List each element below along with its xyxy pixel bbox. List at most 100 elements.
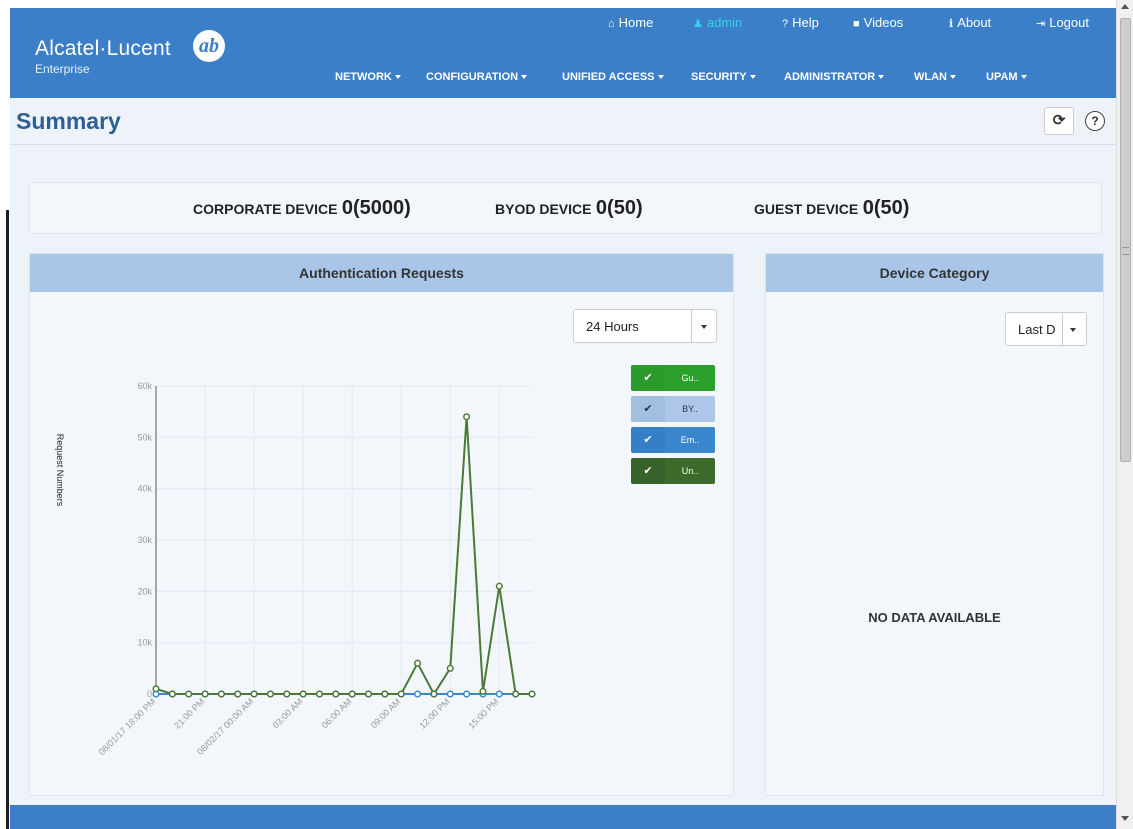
page-header: Summary ⟳ ? [10, 98, 1116, 145]
device-range-select[interactable]: Last D [1005, 312, 1087, 346]
stat-label: BYOD DEVICE [495, 201, 592, 217]
data-point [348, 690, 356, 698]
refresh-button[interactable]: ⟳ [1044, 107, 1074, 135]
about-link[interactable]: ℹ About [949, 15, 991, 30]
legend-toggle-employee[interactable]: ✔ Em.. [631, 427, 715, 453]
y-axis-label: Request Numbers [55, 434, 65, 507]
y-tick-label: 60k [137, 381, 152, 391]
data-point [332, 690, 340, 698]
data-point [283, 690, 291, 698]
authentication-requests-chart: 010k20k30k40k50k60kRequest Numbers08/01/… [55, 381, 536, 757]
stat-value: 0(50) [862, 197, 910, 219]
chevron-down-icon [521, 75, 528, 80]
video-icon: ■ [853, 18, 860, 30]
x-tick-label: 06:00 AM [320, 696, 354, 730]
y-tick-label: 10k [137, 638, 152, 648]
menu-unified-access[interactable]: UNIFIED ACCESS [562, 71, 664, 83]
data-point [201, 690, 209, 698]
app-window: Alcatel·Lucent Enterprise ab ⌂ Home ♟ admi… [10, 8, 1116, 829]
stat-value: 0(5000) [341, 197, 411, 219]
x-tick-label: 15:00 PM [466, 696, 500, 730]
data-point [528, 690, 536, 698]
y-tick-label: 20k [137, 586, 152, 596]
page-help-button[interactable]: ? [1085, 111, 1105, 131]
admin-user-link[interactable]: ♟ admin [693, 15, 742, 30]
stat-guest-device: GUEST DEVICE 0(50) [754, 197, 909, 220]
top-navigation-bar: Alcatel·Lucent Enterprise ab ⌂ Home ♟ admi… [10, 8, 1116, 98]
help-icon: ? [782, 18, 789, 30]
menu-network-label: NETWORK [335, 71, 392, 83]
videos-label: Videos [863, 15, 904, 30]
data-point [217, 690, 225, 698]
info-icon: ℹ [949, 18, 954, 30]
x-tick-label: 08/01/17 18:00 PM [97, 696, 158, 757]
stat-byod-device: BYOD DEVICE 0(50) [495, 197, 643, 220]
brand-subtitle: Enterprise [35, 62, 90, 76]
scroll-down-arrow-icon[interactable] [1121, 816, 1129, 821]
data-point [381, 690, 389, 698]
legend-toggle-unknown[interactable]: ✔ Un.. [631, 458, 715, 484]
panel-title: Authentication Requests [30, 254, 733, 292]
menu-network[interactable]: NETWORK [335, 71, 401, 83]
data-point [414, 690, 422, 698]
help-link[interactable]: ? Help [782, 15, 819, 30]
data-point [364, 690, 373, 698]
videos-link[interactable]: ■ Videos [853, 15, 903, 30]
data-point [430, 690, 438, 698]
x-tick-label: 03:00 AM [271, 696, 305, 730]
menu-configuration-label: CONFIGURATION [426, 71, 519, 83]
footer-bar [10, 805, 1116, 829]
data-point [512, 690, 520, 698]
help-label: Help [792, 15, 819, 30]
check-icon: ✔ [631, 365, 665, 391]
data-point [463, 413, 471, 421]
menu-wlan[interactable]: WLAN [914, 71, 956, 83]
data-point [250, 690, 258, 698]
home-link[interactable]: ⌂ Home [608, 15, 653, 30]
data-point [315, 690, 324, 698]
chevron-down-icon [1020, 75, 1027, 80]
data-point [234, 690, 242, 698]
y-tick-label: 40k [137, 484, 152, 494]
data-point [495, 690, 503, 698]
select-divider [1062, 313, 1063, 345]
y-tick-label: 50k [137, 432, 152, 442]
about-label: About [957, 15, 992, 30]
vertical-scrollbar[interactable] [1116, 0, 1133, 829]
data-point [168, 690, 176, 698]
menu-configuration[interactable]: CONFIGURATION [426, 71, 528, 83]
grip-icon [1122, 247, 1129, 255]
page-title: Summary [16, 108, 121, 134]
x-tick-label: 12:00 PM [417, 696, 451, 730]
home-icon: ⌂ [608, 18, 615, 30]
data-point [152, 685, 160, 693]
window-left-edge [0, 0, 10, 829]
scrollbar-thumb[interactable] [1120, 18, 1131, 462]
menu-unified-access-label: UNIFIED ACCESS [562, 71, 655, 83]
brand-logo-icon: ab [193, 30, 225, 62]
legend-toggle-guest[interactable]: ✔ Gu.. [631, 365, 715, 391]
menu-administrator[interactable]: ADMINISTRATOR [784, 71, 885, 83]
data-point [446, 690, 454, 698]
menu-upam-label: UPAM [986, 71, 1018, 83]
scroll-up-arrow-icon[interactable] [1121, 4, 1129, 9]
stat-value: 0(50) [595, 197, 643, 219]
legend-toggle-byod[interactable]: ✔ BY.. [631, 396, 715, 422]
user-icon: ♟ [693, 18, 703, 30]
x-tick-label: 21:00 PM [172, 696, 206, 730]
logout-link[interactable]: ⇥ Logout [1036, 15, 1089, 30]
chevron-down-icon [749, 75, 756, 80]
authentication-requests-panel: Authentication Requests 24 Hours ✔ Gu.. … [29, 253, 734, 796]
legend-label: BY.. [665, 396, 715, 422]
data-point [495, 582, 503, 590]
menu-upam[interactable]: UPAM [986, 71, 1027, 83]
menu-security[interactable]: SECURITY [691, 71, 756, 83]
chevron-down-icon [878, 75, 885, 80]
menu-administrator-label: ADMINISTRATOR [784, 71, 876, 83]
chevron-down-icon [950, 75, 956, 80]
legend-label: Un.. [665, 458, 715, 484]
logout-label: Logout [1049, 15, 1089, 30]
brand-name: Alcatel·Lucent [35, 37, 171, 60]
panel-title: Device Category [766, 254, 1103, 292]
data-point [397, 690, 405, 698]
